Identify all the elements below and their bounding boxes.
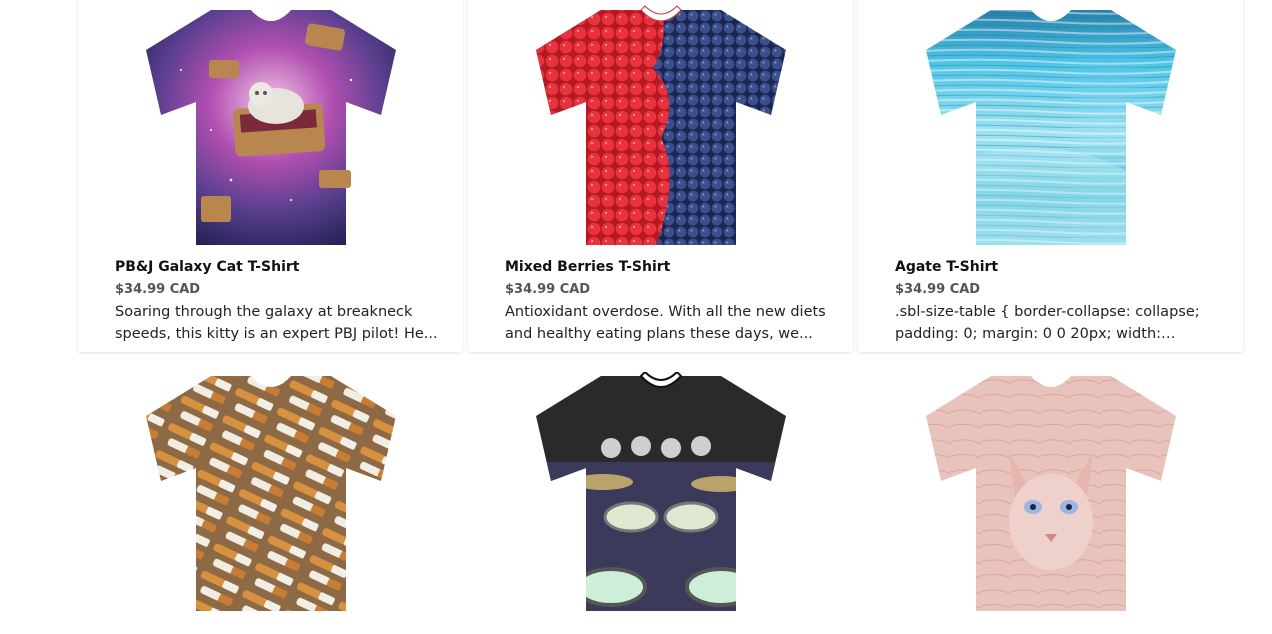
product-description: .sbl-size-table { border-collapse: colla… bbox=[895, 304, 1200, 342]
cigarette-butts-tshirt-image bbox=[145, 372, 396, 611]
product-grid: PB&J Galaxy Cat T-Shirt $34.99 CAD Soari… bbox=[78, 0, 1244, 634]
mixed-berries-tshirt-image bbox=[535, 5, 786, 245]
product-title[interactable]: Agate T-Shirt bbox=[895, 259, 1223, 276]
product-image[interactable] bbox=[78, 364, 463, 634]
product-card[interactable] bbox=[858, 364, 1243, 634]
product-info: Agate T-Shirt $34.99 CAD .sbl-size-table… bbox=[895, 259, 1223, 345]
agate-tshirt-image bbox=[925, 6, 1176, 245]
drum-kit-tshirt-image bbox=[535, 372, 786, 611]
product-card[interactable]: Mixed Berries T-Shirt $34.99 CAD Antioxi… bbox=[468, 0, 853, 352]
product-description: Antioxidant overdose. With all the new d… bbox=[505, 304, 826, 342]
product-title[interactable]: PB&J Galaxy Cat T-Shirt bbox=[115, 259, 443, 276]
product-description: Soaring through the galaxy at breakneck … bbox=[115, 304, 438, 342]
product-image[interactable] bbox=[468, 364, 853, 634]
product-price: $34.99 CAD bbox=[895, 282, 981, 297]
product-image[interactable] bbox=[858, 364, 1243, 634]
product-image[interactable] bbox=[468, 0, 853, 248]
product-image[interactable] bbox=[78, 0, 463, 248]
product-card[interactable]: PB&J Galaxy Cat T-Shirt $34.99 CAD Soari… bbox=[78, 0, 463, 352]
galaxy-cat-tshirt-image bbox=[145, 6, 396, 245]
product-price: $34.99 CAD bbox=[115, 282, 201, 297]
product-price: $34.99 CAD bbox=[505, 282, 591, 297]
product-info: Mixed Berries T-Shirt $34.99 CAD Antioxi… bbox=[505, 259, 833, 345]
product-card[interactable] bbox=[78, 364, 463, 634]
product-title[interactable]: Mixed Berries T-Shirt bbox=[505, 259, 833, 276]
sphynx-cat-tshirt-image bbox=[925, 372, 1176, 611]
product-info: PB&J Galaxy Cat T-Shirt $34.99 CAD Soari… bbox=[115, 259, 443, 345]
product-image[interactable] bbox=[858, 0, 1243, 248]
product-card[interactable] bbox=[468, 364, 853, 634]
product-card[interactable]: Agate T-Shirt $34.99 CAD .sbl-size-table… bbox=[858, 0, 1243, 352]
